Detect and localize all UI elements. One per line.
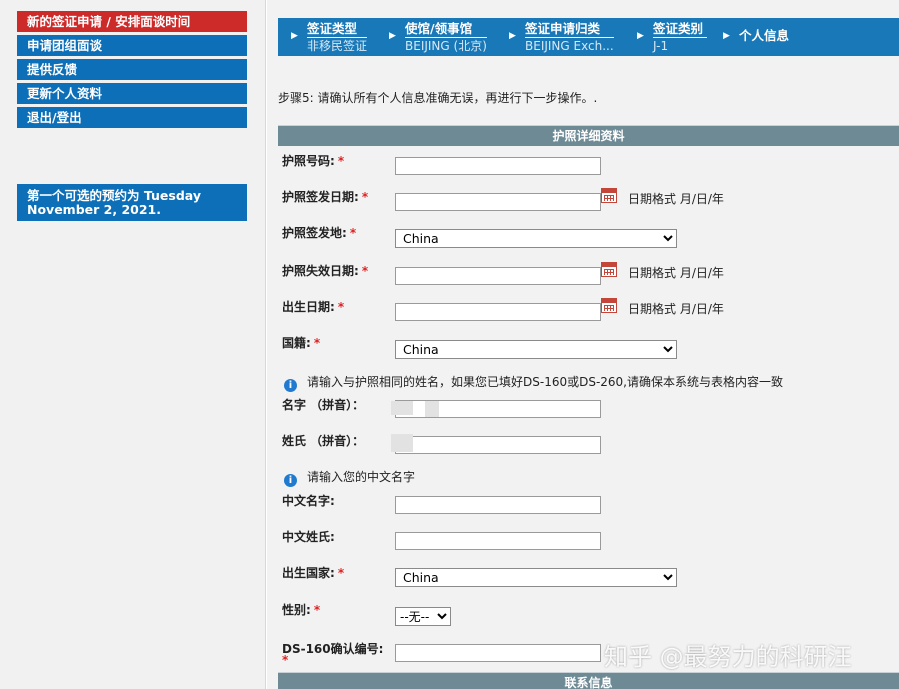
info-icon: i [284, 474, 297, 487]
sidebar-item-logout[interactable]: 退出/登出 [17, 107, 247, 128]
nationality-select[interactable]: China [395, 340, 677, 359]
birth-country-label: 出生国家: * [282, 566, 345, 580]
sidebar-item-new-application[interactable]: 新的签证申请 / 安排面谈时间 [17, 11, 247, 32]
arrow-right-icon: ▶ [389, 31, 396, 41]
birth-country-select[interactable]: China [395, 568, 677, 587]
calendar-icon[interactable] [601, 188, 617, 203]
nationality-label: 国籍: * [282, 336, 321, 350]
given-name-pinyin-label: 名字 （拼音）： [282, 398, 365, 412]
date-format-hint: 日期格式 月/日/年 [628, 266, 724, 280]
gender-select[interactable]: --无-- [395, 607, 451, 626]
section-heading-contact: 联系信息 [278, 672, 899, 689]
arrow-right-icon: ▶ [509, 31, 516, 41]
birth-date-label: 出生日期: * [282, 300, 345, 314]
name-info-note: i 请输入与护照相同的姓名，如果您已填好DS-160或DS-260,请确保本系统与… [284, 373, 783, 392]
appointment-notice: 第一个可选的预约为 Tuesday November 2, 2021. [17, 184, 247, 221]
surname-pinyin-label: 姓氏 （拼音）： [282, 434, 365, 448]
breadcrumb-step-title: 签证申请归类 [525, 21, 614, 38]
section-heading-passport: 护照详细资料 [278, 125, 899, 146]
redacted-text [391, 401, 413, 415]
expiry-date-label: 护照失效日期: * [282, 264, 369, 278]
required-marker: * [361, 264, 369, 278]
required-marker: * [282, 653, 289, 667]
required-marker: * [361, 190, 369, 204]
breadcrumb-step-title: 签证类别 [653, 21, 708, 38]
arrow-right-icon: ▶ [637, 31, 644, 41]
breadcrumb-step-visa-type: ▶ 签证类型 非移民签证 [291, 21, 368, 54]
breadcrumb-step-value: BEIJING Exch... [525, 39, 614, 53]
breadcrumb-step-category: ▶ 签证申请归类 BEIJING Exch... [509, 21, 614, 54]
required-marker: * [337, 154, 345, 168]
chinese-surname-input[interactable] [395, 532, 601, 550]
surname-pinyin-input[interactable] [395, 436, 601, 454]
required-marker: * [349, 226, 357, 240]
issue-place-select[interactable]: China [395, 229, 677, 248]
chinese-given-name-input[interactable] [395, 496, 601, 514]
breadcrumb-step-value: BEIJING (北京) [405, 39, 487, 53]
chinese-surname-label: 中文姓氏: [282, 530, 335, 544]
breadcrumb: ▶ 签证类型 非移民签证 ▶ 使馆/领事馆 BEIJING (北京) ▶ 签证申… [278, 18, 899, 56]
info-icon: i [284, 379, 297, 392]
breadcrumb-step-title: 个人信息 [739, 28, 790, 43]
birth-date-input[interactable] [395, 303, 601, 321]
breadcrumb-step-title: 使馆/领事馆 [405, 21, 487, 38]
arrow-right-icon: ▶ [723, 31, 730, 41]
ds160-input[interactable] [395, 644, 601, 662]
expiry-date-input[interactable] [395, 267, 601, 285]
breadcrumb-step-visa-class: ▶ 签证类别 J-1 [637, 21, 708, 54]
gender-label: 性别: * [282, 603, 321, 617]
step-instruction: 步骤5: 请确认所有个人信息准确无误，再进行下一步操作。. [278, 91, 598, 105]
issue-date-input[interactable] [395, 193, 601, 211]
calendar-icon[interactable] [601, 298, 617, 313]
ds160-label: DS-160确认编号: [282, 642, 384, 656]
required-marker: * [313, 603, 321, 617]
issue-place-label: 护照签发地: * [282, 226, 357, 240]
required-marker: * [337, 566, 345, 580]
breadcrumb-step-value: 非移民签证 [307, 39, 368, 53]
date-format-hint: 日期格式 月/日/年 [628, 302, 724, 316]
breadcrumb-step-personal-info: ▶ 个人信息 [723, 28, 793, 44]
sidebar-item-group-interview[interactable]: 申请团组面谈 [17, 35, 247, 56]
main-content: ▶ 签证类型 非移民签证 ▶ 使馆/领事馆 BEIJING (北京) ▶ 签证申… [267, 0, 899, 689]
redacted-text [391, 434, 413, 452]
required-marker: * [313, 336, 321, 350]
chinese-name-info-note: i 请输入您的中文名字 [284, 468, 415, 487]
passport-form: 护照号码: * 护照签发日期: * 日期格式 月/日/年 护照签发地: * China… [278, 146, 899, 667]
issue-date-label: 护照签发日期: * [282, 190, 369, 204]
arrow-right-icon: ▶ [291, 31, 298, 41]
passport-number-label: 护照号码: * [282, 154, 345, 168]
sidebar-item-update-profile[interactable]: 更新个人资料 [17, 83, 247, 104]
chinese-given-name-label: 中文名字: [282, 494, 335, 508]
sidebar: 新的签证申请 / 安排面谈时间 申请团组面谈 提供反馈 更新个人资料 退出/登出… [0, 0, 266, 689]
passport-number-input[interactable] [395, 157, 601, 175]
required-marker: * [337, 300, 345, 314]
sidebar-item-feedback[interactable]: 提供反馈 [17, 59, 247, 80]
date-format-hint: 日期格式 月/日/年 [628, 192, 724, 206]
calendar-icon[interactable] [601, 262, 617, 277]
breadcrumb-step-title: 签证类型 [307, 21, 368, 38]
breadcrumb-step-consulate: ▶ 使馆/领事馆 BEIJING (北京) [389, 21, 487, 54]
watermark: 知乎 @最努力的科研汪 [604, 643, 852, 671]
breadcrumb-step-value: J-1 [653, 39, 669, 53]
redacted-text [425, 401, 439, 417]
